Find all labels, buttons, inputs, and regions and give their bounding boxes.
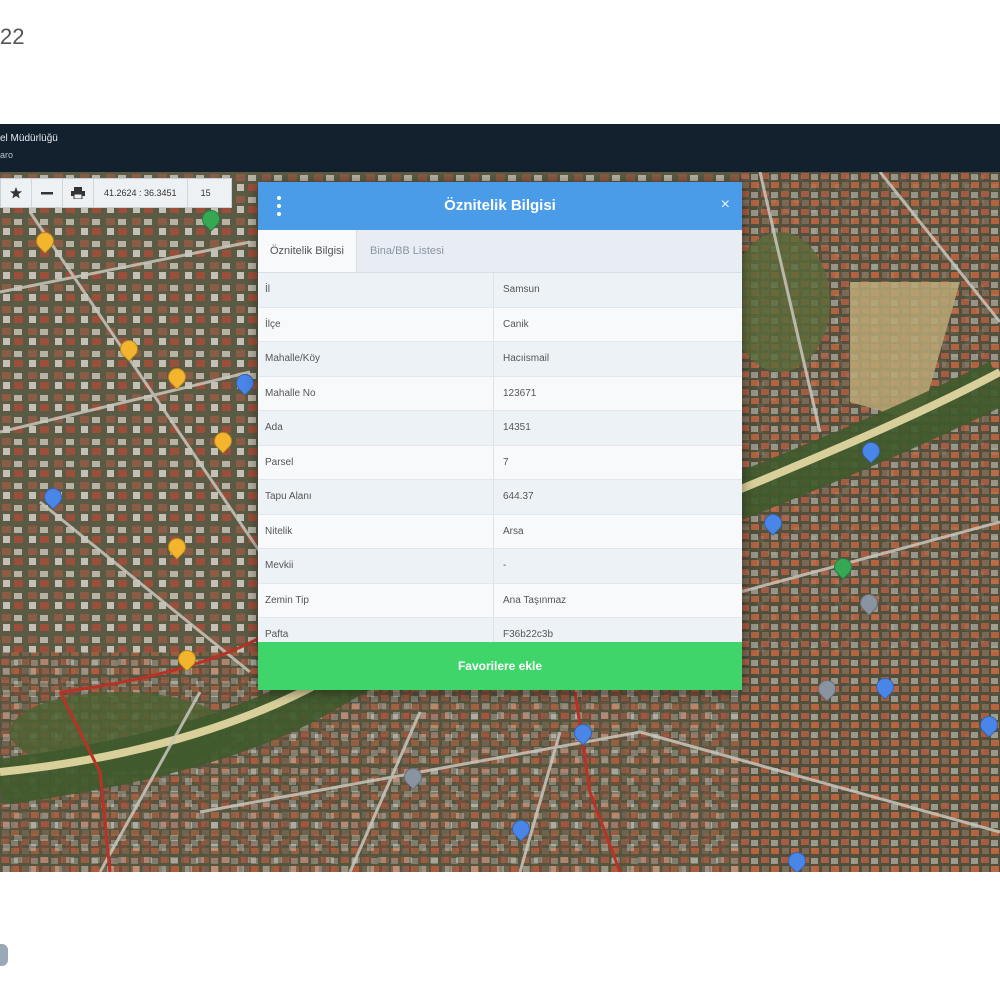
- coordinate-readout: 41.2624 : 36.3451: [94, 179, 188, 207]
- table-row: İlçe Canik: [258, 307, 742, 342]
- tab-attribute-info[interactable]: Öznitelik Bilgisi: [258, 230, 357, 272]
- app-subtitle: aro: [0, 150, 14, 160]
- row-value: Samsun: [503, 284, 540, 296]
- row-value: 644.37: [503, 491, 534, 503]
- row-key: İlçe: [258, 307, 494, 341]
- table-row: Nitelik Arsa: [258, 514, 742, 549]
- row-key: Mahalle No: [258, 376, 494, 410]
- attribute-dialog: Öznitelik Bilgisi × Öznitelik Bilgisi Bi…: [258, 182, 742, 690]
- row-value: 14351: [503, 422, 531, 434]
- table-row: Mahalle/Köy Hacıismail: [258, 342, 742, 377]
- map-application: el Müdürlüğü aro 41.2624: 36.3451 15 Öz…: [0, 124, 1000, 872]
- row-key: İl: [258, 273, 494, 307]
- row-value: Hacıismail: [503, 353, 550, 365]
- attribute-table: İl Samsun İlçe Canik Mahalle/Köy Hacıismail…: [258, 273, 742, 653]
- table-row: Tapu Alanı 644.37: [258, 480, 742, 515]
- table-row: Mevkii -: [258, 549, 742, 584]
- dialog-title: Öznitelik Bilgisi: [444, 197, 556, 214]
- table-row: Ada 14351: [258, 411, 742, 446]
- print-icon[interactable]: [63, 179, 94, 207]
- row-key: Nitelik: [258, 514, 494, 548]
- table-row: Zemin Tip Ana Taşınmaz: [258, 583, 742, 618]
- minus-icon[interactable]: [32, 179, 63, 207]
- top-bar: el Müdürlüğü aro: [0, 124, 1000, 172]
- row-key: Zemin Tip: [258, 583, 494, 617]
- row-key: Parsel: [258, 445, 494, 479]
- table-row: İl Samsun: [258, 273, 742, 308]
- row-value: 7: [503, 456, 509, 468]
- dialog-tabs: Öznitelik Bilgisi Bina/BB Listesi: [258, 230, 742, 273]
- row-key: Ada: [258, 411, 494, 445]
- app-title: el Müdürlüğü: [0, 133, 58, 144]
- row-value: Canik: [503, 318, 529, 330]
- row-value: Ana Taşınmaz: [503, 594, 567, 606]
- row-key: Mevkii: [258, 549, 494, 583]
- row-value: -: [503, 560, 507, 572]
- table-row: Mahalle No 123671: [258, 376, 742, 411]
- corner-text: 22: [0, 24, 25, 49]
- map-toolbar: 41.2624 : 36.3451 15: [0, 178, 232, 208]
- zoom-level: 15: [200, 188, 211, 198]
- row-key: Mahalle/Köy: [258, 342, 494, 376]
- row-key: Tapu Alanı: [258, 480, 494, 514]
- dialog-header: Öznitelik Bilgisi ×: [258, 182, 742, 230]
- close-icon[interactable]: ×: [721, 196, 730, 214]
- row-value: 123671: [503, 387, 537, 399]
- tab-building-list[interactable]: Bina/BB Listesi: [358, 230, 456, 272]
- bottom-left-mark: [0, 944, 8, 966]
- row-value: Arsa: [503, 525, 524, 537]
- table-row: Parsel 7: [258, 445, 742, 480]
- star-icon[interactable]: [1, 179, 32, 207]
- add-to-favorites-button[interactable]: Favorilere ekle: [258, 642, 742, 690]
